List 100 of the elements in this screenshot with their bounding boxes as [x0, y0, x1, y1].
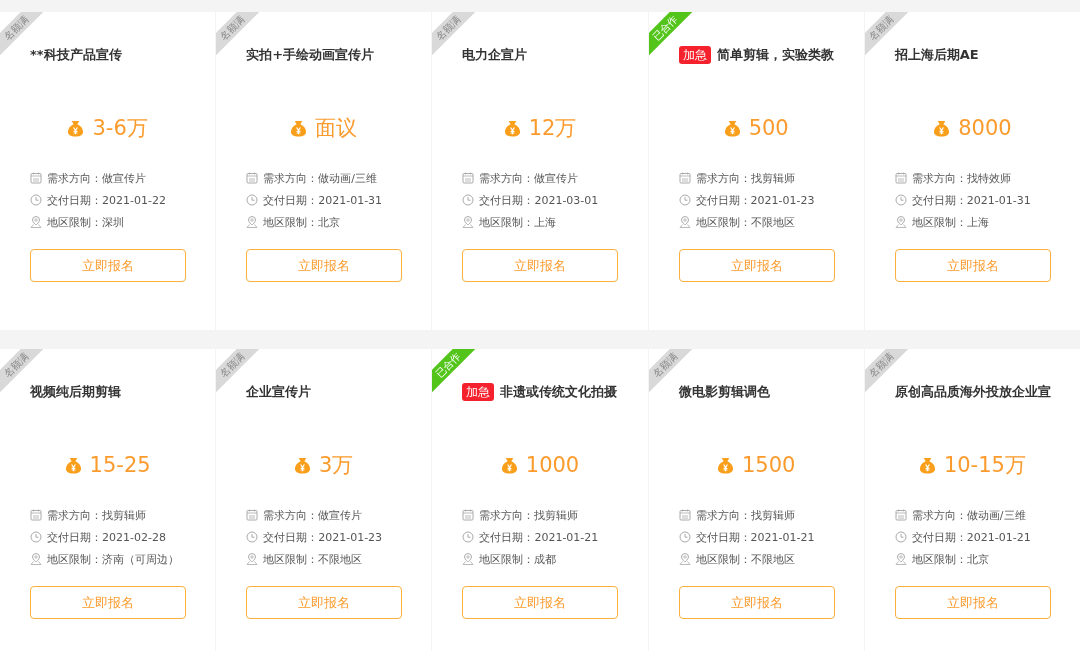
detail-text: 地区限制：济南（可周边） [47, 551, 179, 567]
location-pin-icon [30, 553, 42, 565]
detail-text: 地区限制：成都 [479, 551, 557, 567]
money-bag-icon [716, 456, 734, 474]
apply-button[interactable]: 立即报名 [246, 586, 403, 619]
clock-icon [894, 531, 907, 543]
clock-icon [246, 194, 259, 206]
detail-text: 需求方向：找剪辑师 [47, 507, 146, 523]
calendar-icon [462, 172, 475, 184]
clock-icon [30, 194, 42, 206]
price: 面议 [315, 115, 358, 142]
location-pin-icon [30, 216, 42, 228]
clock-icon [246, 531, 259, 543]
money-bag-icon [294, 456, 312, 474]
job-title: **科技产品宣传 [30, 46, 122, 64]
detail-text: 需求方向：做宣传片 [479, 170, 579, 186]
price: 1500 [741, 453, 796, 477]
calendar-icon [30, 172, 42, 184]
job-title: 原创高品质海外投放企业宣 [894, 383, 1051, 401]
detail-text: 地区限制：北京 [263, 214, 341, 230]
apply-button[interactable]: 立即报名 [678, 586, 835, 619]
price: 12万 [528, 115, 577, 142]
detail-text: 交付日期：2021-01-23 [263, 529, 383, 545]
price: 10-15万 [943, 452, 1026, 479]
price: 3万 [319, 452, 354, 479]
detail-text: 地区限制：上海 [911, 214, 989, 230]
money-bag-icon [64, 456, 82, 474]
job-title: 简单剪辑，实验类教 [716, 46, 834, 64]
calendar-icon [246, 509, 259, 521]
detail-text: 交付日期：2021-01-21 [911, 529, 1031, 545]
clock-icon [462, 531, 475, 543]
detail-text: 地区限制：上海 [479, 214, 557, 230]
detail-text: 交付日期：2021-02-28 [47, 529, 166, 545]
location-pin-icon [678, 216, 691, 228]
detail-text: 需求方向：做动画/三维 [911, 507, 1026, 523]
detail-text: 交付日期：2021-01-22 [47, 192, 166, 208]
detail-text: 需求方向：找剪辑师 [479, 507, 579, 523]
job-title: 非遗或传统文化拍摄 [500, 383, 618, 401]
detail-text: 需求方向：找特效师 [911, 170, 1011, 186]
location-pin-icon [462, 553, 475, 565]
location-pin-icon [246, 553, 259, 565]
clock-icon [678, 531, 691, 543]
job-title: 视频纯后期剪辑 [30, 383, 121, 401]
job-title: 招上海后期AE [894, 46, 979, 64]
money-bag-icon [500, 456, 518, 474]
apply-button[interactable]: 立即报名 [30, 586, 186, 619]
clock-icon [894, 194, 907, 206]
calendar-icon [678, 509, 691, 521]
calendar-icon [30, 509, 42, 521]
clock-icon [462, 194, 475, 206]
price: 500 [748, 116, 789, 140]
calendar-icon [678, 172, 691, 184]
price: 3-6万 [92, 115, 148, 142]
apply-button[interactable]: 立即报名 [462, 249, 619, 282]
detail-text: 交付日期：2021-01-21 [479, 529, 599, 545]
detail-text: 交付日期：2021-01-23 [695, 192, 815, 208]
detail-text: 交付日期：2021-03-01 [479, 192, 599, 208]
money-bag-icon [67, 119, 85, 137]
apply-button[interactable]: 立即报名 [462, 586, 619, 619]
detail-text: 交付日期：2021-01-21 [695, 529, 815, 545]
location-pin-icon [894, 216, 907, 228]
detail-text: 地区限制：不限地区 [263, 551, 363, 567]
clock-icon [678, 194, 691, 206]
money-bag-icon [918, 456, 936, 474]
price: 1000 [525, 453, 580, 477]
calendar-icon [462, 509, 475, 521]
detail-text: 需求方向：找剪辑师 [695, 507, 795, 523]
detail-text: 需求方向：做宣传片 [263, 507, 363, 523]
job-title: 微电影剪辑调色 [678, 383, 770, 401]
detail-text: 交付日期：2021-01-31 [263, 192, 383, 208]
detail-text: 需求方向：做宣传片 [47, 170, 146, 186]
job-title: 企业宣传片 [246, 383, 312, 401]
money-bag-icon [933, 119, 951, 137]
money-bag-icon [503, 119, 521, 137]
price: 8000 [958, 116, 1012, 140]
location-pin-icon [246, 216, 259, 228]
calendar-icon [246, 172, 259, 184]
money-bag-icon [290, 119, 308, 137]
apply-button[interactable]: 立即报名 [894, 586, 1051, 619]
location-pin-icon [462, 216, 475, 228]
apply-button[interactable]: 立即报名 [246, 249, 403, 282]
price: 15-25 [89, 453, 151, 477]
location-pin-icon [678, 553, 691, 565]
money-bag-icon [723, 119, 741, 137]
clock-icon [30, 531, 42, 543]
urgent-badge: 加急 [462, 383, 495, 401]
calendar-icon [894, 172, 907, 184]
job-title: 电力企宣片 [462, 46, 528, 64]
detail-text: 交付日期：2021-01-31 [911, 192, 1031, 208]
detail-text: 地区限制：不限地区 [695, 551, 795, 567]
apply-button[interactable]: 立即报名 [894, 249, 1051, 282]
detail-text: 需求方向：做动画/三维 [263, 170, 377, 186]
apply-button[interactable]: 立即报名 [30, 249, 186, 282]
detail-text: 地区限制：深圳 [47, 214, 124, 230]
urgent-badge: 加急 [678, 46, 711, 64]
detail-text: 地区限制：不限地区 [695, 214, 795, 230]
apply-button[interactable]: 立即报名 [678, 249, 835, 282]
detail-text: 需求方向：找剪辑师 [695, 170, 795, 186]
detail-text: 地区限制：北京 [911, 551, 989, 567]
job-title: 实拍+手绘动画宣传片 [246, 46, 375, 64]
